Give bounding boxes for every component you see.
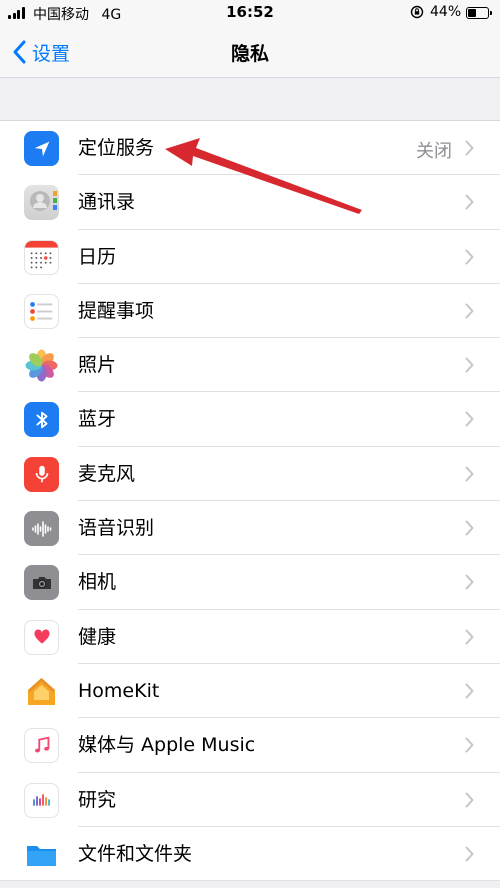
list-item-label: 语音识别 xyxy=(78,517,155,540)
list-item-health[interactable]: 健康 xyxy=(0,610,500,664)
list-item-speech-recognition[interactable]: 语音识别 xyxy=(0,501,500,556)
location-arrow-icon xyxy=(24,131,59,166)
list-item-label: 相机 xyxy=(78,571,117,594)
chevron-right-icon xyxy=(465,683,474,699)
chevron-right-icon xyxy=(465,737,474,753)
photos-icon xyxy=(24,348,59,384)
chevron-right-icon xyxy=(465,411,474,427)
list-item-contacts[interactable]: 通讯录 xyxy=(0,175,500,230)
status-bar: 中国移动 4G 16:52 44% xyxy=(0,0,500,26)
status-time: 16:52 xyxy=(226,3,274,21)
folder-icon xyxy=(24,836,59,872)
list-item-label: 研究 xyxy=(78,788,117,811)
orientation-lock-icon xyxy=(410,5,424,19)
battery-percentage: 44% xyxy=(430,4,462,20)
list-item-bluetooth[interactable]: 蓝牙 xyxy=(0,392,500,447)
speech-recognition-icon xyxy=(24,511,59,547)
list-item-calendar[interactable]: 日历 xyxy=(0,230,500,284)
music-icon xyxy=(24,728,59,764)
list-item-label: 文件和文件夹 xyxy=(78,842,193,865)
list-item-research[interactable]: 研究 xyxy=(0,773,500,827)
list-item-media-apple-music[interactable]: 媒体与 Apple Music xyxy=(0,718,500,773)
chevron-right-icon xyxy=(465,520,474,536)
contacts-icon xyxy=(24,185,59,221)
health-icon xyxy=(24,619,59,655)
chevron-right-icon xyxy=(465,574,474,590)
calendar-icon xyxy=(24,239,59,275)
separator xyxy=(0,880,500,882)
list-item-detail: 关闭 xyxy=(416,141,452,162)
chevron-right-icon xyxy=(465,194,474,210)
list-item-camera[interactable]: 相机 xyxy=(0,555,500,610)
list-item-photos[interactable]: 照片 xyxy=(0,338,500,393)
list-item-label: HomeKit xyxy=(78,679,160,702)
list-item-label: 定位服务 xyxy=(78,137,155,159)
battery-icon xyxy=(466,7,492,19)
chevron-right-icon xyxy=(465,629,474,645)
list-item-homekit[interactable]: HomeKit xyxy=(0,664,500,719)
list-item-label: 日历 xyxy=(78,245,117,268)
list-item-label: 蓝牙 xyxy=(78,408,117,431)
list-item-reminders[interactable]: 提醒事项 xyxy=(0,284,500,339)
list-item-label: 照片 xyxy=(78,354,117,377)
list-item-label: 通讯录 xyxy=(78,191,136,214)
research-icon xyxy=(24,782,59,818)
chevron-right-icon xyxy=(465,303,474,319)
list-item-microphone[interactable]: 麦克风 xyxy=(0,447,500,502)
chevron-right-icon xyxy=(465,846,474,862)
list-item-label: 健康 xyxy=(78,625,117,648)
chevron-right-icon xyxy=(465,792,474,808)
reminders-icon xyxy=(24,293,59,329)
microphone-icon xyxy=(24,456,59,492)
chevron-right-icon xyxy=(465,249,474,265)
homekit-icon xyxy=(24,673,59,709)
navigation-bar: 设置 隐私 xyxy=(0,26,500,78)
list-item-location-services[interactable]: 定位服务 关闭 xyxy=(0,121,500,176)
bluetooth-icon xyxy=(24,402,59,438)
chevron-right-icon xyxy=(465,140,474,156)
list-item-label: 提醒事项 xyxy=(78,299,155,322)
list-item-label: 媒体与 Apple Music xyxy=(78,734,256,757)
chevron-right-icon xyxy=(465,357,474,373)
chevron-right-icon xyxy=(465,466,474,482)
list-item-label: 麦克风 xyxy=(78,462,136,485)
camera-icon xyxy=(24,565,59,601)
privacy-settings-list: 定位服务 关闭 通讯录 日历 提醒事项 照片 蓝牙 麦克风 语音识别 相机 健康… xyxy=(0,120,500,882)
list-item-files-folders[interactable]: 文件和文件夹 xyxy=(0,827,500,882)
page-title: 隐私 xyxy=(230,43,269,65)
